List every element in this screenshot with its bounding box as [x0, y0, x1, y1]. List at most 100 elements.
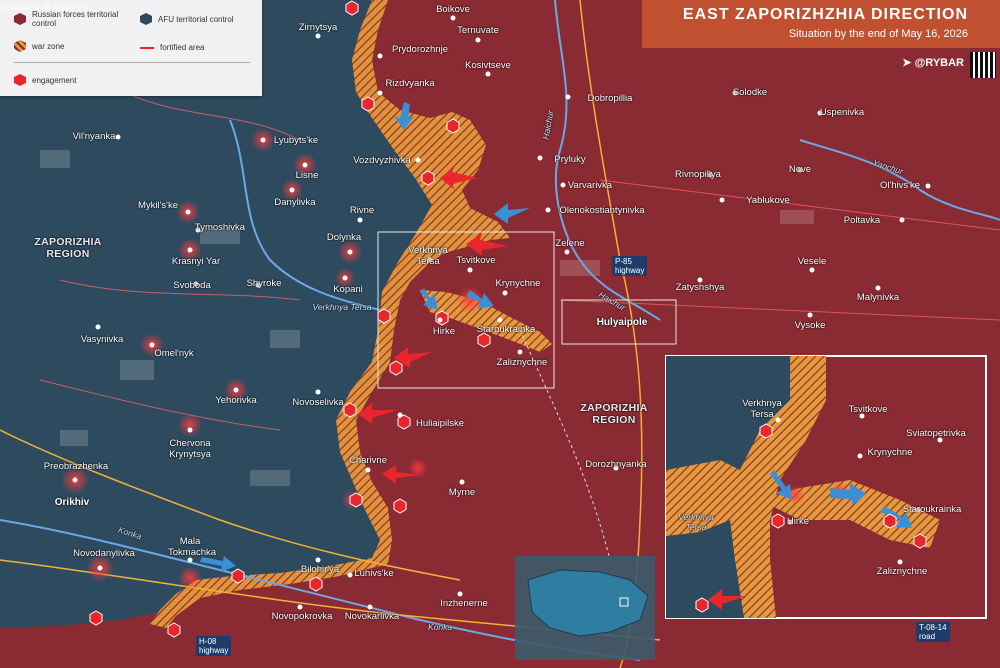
settlement-label: Shyroke — [246, 278, 282, 289]
ukraine-minimap — [515, 556, 655, 660]
road-tag-h08: H-08 highway — [196, 636, 232, 656]
settlement-label: Zirnytsya — [298, 22, 338, 33]
settlement-label: Zaliznychne — [496, 357, 548, 368]
settlement-label: Lisne — [295, 170, 319, 181]
fortified-line-icon — [140, 46, 154, 49]
map-subtitle: Situation by the end of May 16, 2026 — [788, 28, 968, 40]
region-label-right: ZAPORIZHIA REGION — [580, 402, 648, 426]
settlement-label: Ol'hivs'ke — [879, 180, 921, 191]
settlement-label: Huliaipilske — [415, 418, 465, 429]
brand-text: @RYBAR — [914, 57, 964, 69]
settlement-label: Myrne — [448, 487, 476, 498]
inset-label: Hirke — [786, 516, 810, 527]
settlement-label: Yablukove — [746, 195, 790, 206]
legend-engagement-label: engagement — [32, 75, 77, 85]
settlement-label: Staroukrainka — [476, 324, 536, 335]
settlement-label: Novopokrovka — [271, 611, 333, 622]
legend: Russian forces territorial control AFU t… — [0, 0, 262, 96]
settlement-label: Vasynivka — [80, 334, 124, 345]
settlement-label: Novokarlivka — [344, 611, 400, 622]
inset-label: Staroukrainka — [902, 504, 962, 515]
settlement-label: Krynychne — [495, 278, 541, 289]
legend-engagement: engagement — [14, 74, 76, 86]
settlement-label: Verkhnya Tersa — [408, 245, 448, 267]
settlement-label: Tymoshivka — [194, 222, 246, 233]
settlement-label: Charivne — [348, 455, 388, 466]
settlement-label: Olenokostiantynivka — [559, 205, 645, 216]
settlement-label: Solodke — [732, 87, 768, 98]
war-zone-swatch-icon — [14, 40, 26, 52]
legend-ru: Russian forces territorial control — [14, 10, 120, 28]
settlement-label: Boikove — [436, 4, 470, 15]
settlement-label: Luhivs'ke — [354, 568, 394, 579]
settlement-label: Kosivtseve — [465, 60, 511, 71]
settlement-label: Vysoke — [794, 320, 826, 331]
settlement-label: Uspenivka — [819, 107, 865, 118]
inset-label: Zaliznychne — [876, 566, 928, 577]
settlement-label: Vesele — [797, 256, 827, 267]
legend-war-zone: war zone — [14, 40, 64, 52]
settlement-label: Vil'nyanka — [72, 131, 116, 142]
settlement-label: Bilohir'ya — [300, 564, 340, 575]
settlement-label: Rivnopillya — [675, 169, 721, 180]
settlement-label: Novodanylivka — [73, 548, 135, 559]
settlement-label: Chervona Krynytsya — [169, 438, 211, 460]
settlement-label: Dobropillia — [587, 93, 633, 104]
legend-fortified-label: fortified area — [160, 43, 205, 52]
settlement-label: Rivne — [349, 205, 375, 216]
settlement-label: Lyubyts'ke — [273, 135, 319, 146]
settlement-label: Danylivka — [274, 197, 316, 208]
legend-war-zone-label: war zone — [32, 41, 65, 51]
settlement-label: Poltavka — [843, 215, 881, 226]
settlement-label: Krasnyi Yar — [171, 256, 221, 267]
legend-divider — [14, 62, 250, 63]
ru-swatch-icon — [14, 13, 26, 25]
settlement-label: Ternuvate — [457, 25, 499, 36]
legend-afu-label: AFU territorial control — [158, 14, 234, 24]
settlement-label: Dolynka — [326, 232, 362, 243]
settlement-label: Vozdvyzhivka — [353, 155, 411, 166]
watermark: uploaded @ Military.tj — [2, 2, 89, 12]
inset-label: Verkhnya Tersa — [678, 512, 714, 532]
legend-ru-label: Russian forces territorial control — [32, 10, 119, 28]
road-tag-p85: P-85 highway — [612, 256, 648, 276]
river-label: Konka — [427, 622, 453, 632]
settlement-label: Hulyaipole — [596, 317, 648, 328]
legend-afu: AFU territorial control — [140, 13, 234, 25]
settlement-label: Pryluky — [554, 154, 586, 165]
inset-label: Verkhnya Tersa — [742, 398, 782, 420]
settlement-label: Hirke — [432, 326, 456, 337]
settlement-label: Mykil's'ke — [137, 200, 179, 211]
region-label-left: ZAPORIZHIA REGION — [34, 236, 102, 260]
settlement-label: Kopani — [333, 284, 363, 295]
settlement-label: Zelene — [555, 238, 585, 249]
settlement-label: Nove — [788, 164, 812, 175]
qr-code-icon — [970, 52, 996, 78]
engagement-icon — [14, 74, 26, 86]
inset-map — [665, 355, 987, 619]
settlement-label: Preobrazhenka — [43, 461, 109, 472]
settlement-label: Mala Tokmachka — [168, 536, 217, 558]
settlement-label: Svoboda — [173, 280, 211, 291]
telegram-icon: ➤ — [902, 57, 912, 69]
settlement-label: Orikhiv — [54, 497, 90, 508]
settlement-label: Yehorivka — [215, 395, 257, 406]
settlement-label: Varvarivka — [567, 180, 613, 191]
settlement-label: Inzhenerne — [440, 598, 488, 609]
map-title: EAST ZAPORIZHZHIA DIRECTION — [682, 6, 968, 23]
settlement-label: Rizdvyanka — [385, 78, 435, 89]
settlement-label: Novoselivka — [292, 397, 344, 408]
settlement-label: Tsvitkove — [456, 255, 496, 266]
settlement-label: Omel'nyk — [154, 348, 194, 359]
settlement-label: Dorozhnyanka — [585, 459, 647, 470]
river-label: Verkhnya Tersa — [312, 302, 372, 312]
inset-label: Krynychne — [867, 447, 913, 458]
afu-swatch-icon — [140, 13, 152, 25]
settlement-label: Zatyshshya — [675, 282, 725, 293]
settlement-label: Prydorozhnje — [392, 44, 448, 55]
brand-label: ➤ @RYBAR — [902, 56, 964, 69]
inset-label: Sviatopetrivka — [906, 428, 966, 439]
title-banner: EAST ZAPORIZHZHIA DIRECTION Situation by… — [642, 0, 1000, 48]
road-tag-t0814: T-08-14 road — [916, 622, 950, 642]
settlement-label: Malynivka — [856, 292, 900, 303]
